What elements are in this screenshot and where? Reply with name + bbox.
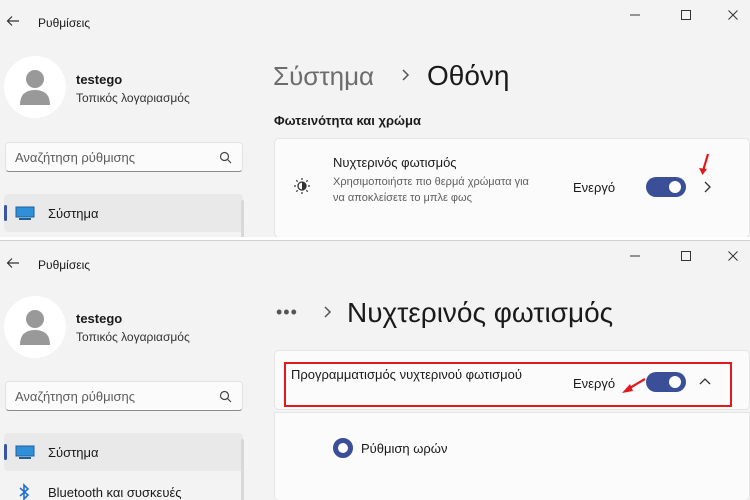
night-light-description: Χρησιμοποιήστε πιο θερμά χρώματα για να … [333,176,529,204]
maximize-icon [681,251,691,261]
breadcrumb-parent[interactable]: Σύστημα [273,61,374,92]
night-light-card[interactable]: Νυχτερινός φωτισμός Χρησιμοποιήστε πιο θ… [274,138,750,238]
close-button[interactable] [726,8,740,22]
section-title: Φωτεινότητα και χρώμα [274,113,421,128]
sidebar-item-label: Σύστημα [48,445,99,460]
annotation-arrow-icon [622,378,646,393]
minimize-button[interactable] [628,8,642,22]
sidebar-item-label: Bluetooth και συσκευές [48,485,182,500]
minimize-button[interactable] [628,249,642,263]
minimize-icon [630,255,640,257]
brightness-icon [294,178,310,194]
settings-window-top: Ρυθμίσεις testego Τοπικός λογαριασμός Αν… [0,0,750,238]
status-label: Ενεργό [573,180,616,195]
settings-window-bottom: Ρυθμίσεις testego Τοπικός λογαριασμός Αν… [0,240,750,500]
minimize-icon [630,14,640,16]
sidebar-item-label: Σύστημα [48,206,99,221]
sidebar-item-bluetooth[interactable]: Bluetooth και συσκευές [4,473,243,500]
scrollbar[interactable] [241,439,244,500]
maximize-button[interactable] [679,249,693,263]
close-icon [728,251,738,261]
close-button[interactable] [726,249,740,263]
search-icon[interactable] [219,151,232,164]
highlight-frame [284,362,732,407]
avatar[interactable] [4,296,66,358]
night-light-toggle[interactable] [646,177,686,197]
back-arrow-icon[interactable] [6,14,20,28]
toggle-knob [669,181,681,193]
annotation-arrow-icon [699,153,710,175]
breadcrumb-ellipsis[interactable]: ••• [276,302,298,323]
title-bar: Ρυθμίσεις [0,0,750,46]
app-title: Ρυθμίσεις [38,16,91,30]
search-box[interactable]: Αναζήτηση ρύθμισης [5,142,243,172]
chevron-right-icon [324,306,332,318]
set-hours-radio[interactable] [333,438,353,458]
sidebar-item-system[interactable]: Σύστημα [4,194,243,232]
user-name: testego [76,311,123,326]
title-bar: Ρυθμίσεις [0,241,750,287]
display-icon [15,206,35,220]
account-type: Τοπικός λογαριασμός [76,330,190,344]
page-title: Οθόνη [427,60,510,91]
maximize-button[interactable] [679,8,693,22]
schedule-options-panel: Ρύθμιση ωρών [274,412,750,500]
user-icon [20,310,50,345]
scrollbar[interactable] [241,200,244,238]
maximize-icon [681,10,691,20]
close-icon [728,10,738,20]
search-box[interactable]: Αναζήτηση ρύθμισης [5,381,243,411]
user-name: testego [76,72,123,87]
search-icon[interactable] [219,390,232,403]
app-title: Ρυθμίσεις [38,258,91,272]
page-title: Νυχτερινός φωτισμός [347,297,614,328]
search-input[interactable]: Αναζήτηση ρύθμισης [15,150,135,165]
display-icon [15,445,35,459]
sidebar-item-system[interactable]: Σύστημα [4,433,243,471]
account-type: Τοπικός λογαριασμός [76,91,190,105]
selection-indicator [4,205,7,221]
set-hours-label[interactable]: Ρύθμιση ωρών [361,441,447,456]
bluetooth-icon [19,483,30,500]
chevron-right-icon[interactable] [701,181,713,193]
chevron-right-icon [402,69,410,81]
night-light-title: Νυχτερινός φωτισμός [333,155,457,170]
user-icon [20,70,50,105]
search-input[interactable]: Αναζήτηση ρύθμισης [15,389,135,404]
selection-indicator [4,444,7,460]
back-arrow-icon[interactable] [6,256,20,270]
avatar[interactable] [4,56,66,118]
